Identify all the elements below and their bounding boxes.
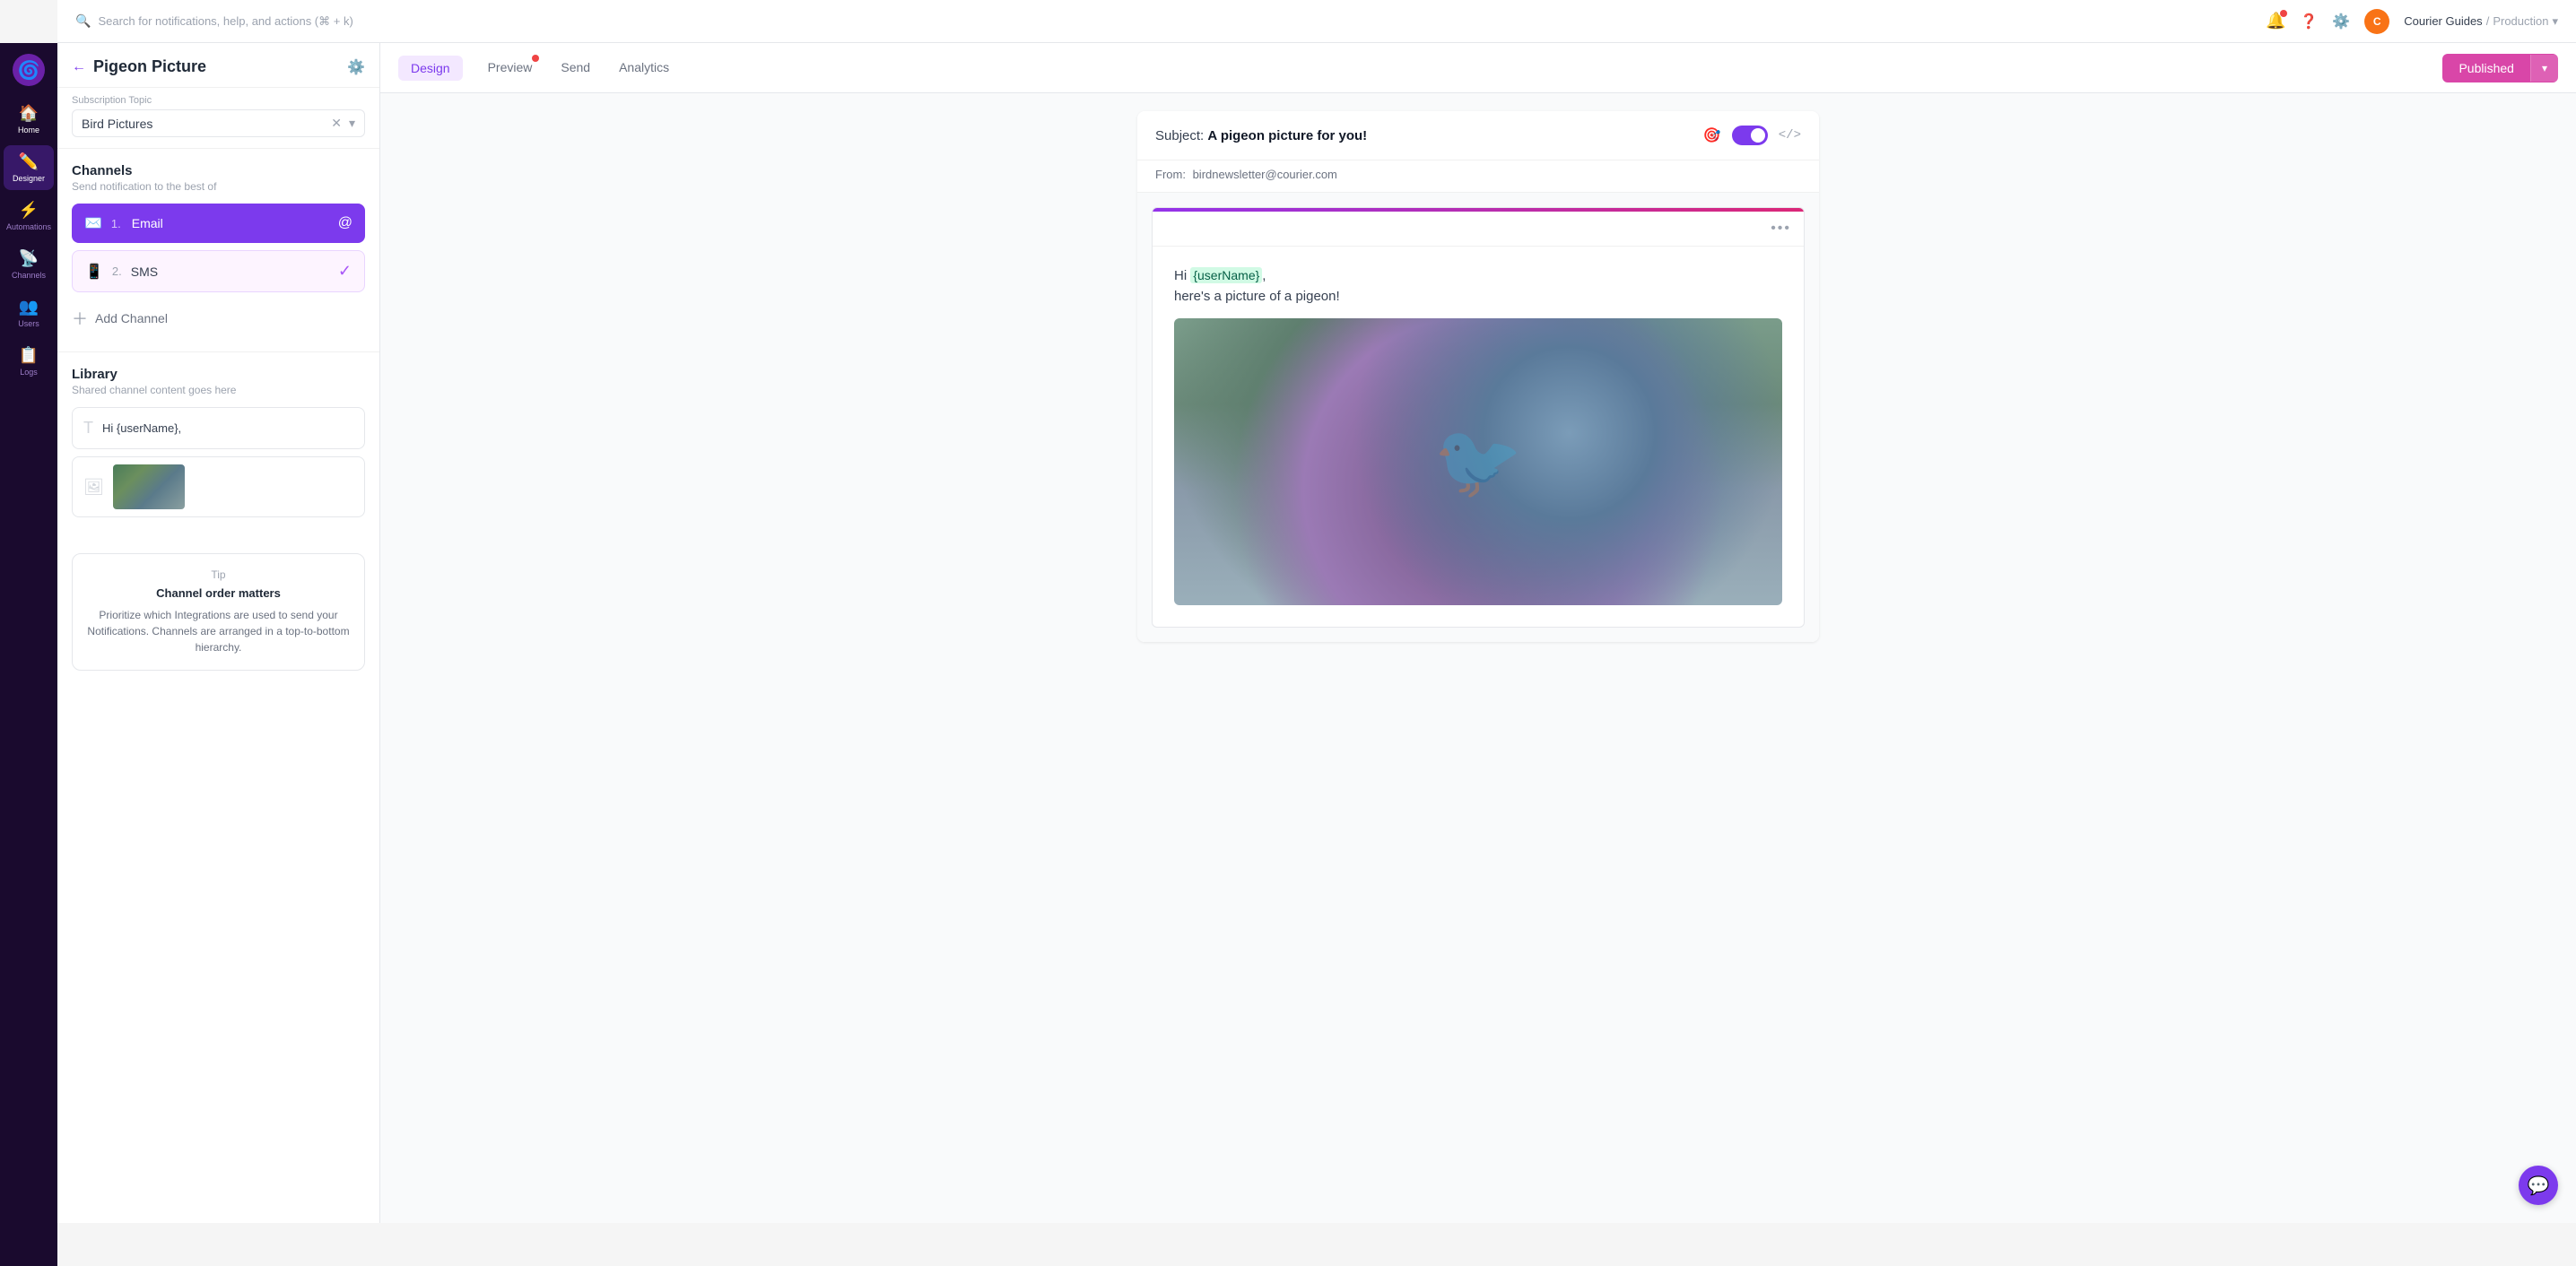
library-section: Library Shared channel content goes here… <box>57 351 379 539</box>
sidebar-item-home[interactable]: 🏠 Home <box>4 97 54 142</box>
library-text-item[interactable]: T Hi {userName}, <box>72 407 365 449</box>
subscription-value-container[interactable]: Bird Pictures ✕ ▾ <box>72 109 365 137</box>
sidebar-item-automations[interactable]: ⚡ Automations <box>4 194 54 238</box>
email-hi-text: Hi {userName}, <box>1174 268 1782 283</box>
published-chevron-icon: ▾ <box>2530 55 2558 82</box>
help-icon[interactable]: ❓ <box>2300 13 2318 30</box>
published-button[interactable]: Published ▾ <box>2442 54 2558 82</box>
text-block-icon: T <box>83 419 93 438</box>
search-placeholder: Search for notifications, help, and acti… <box>98 14 352 29</box>
email-from-row: From: birdnewsletter@courier.com <box>1137 160 1819 193</box>
email-subject-row: Subject: A pigeon picture for you! 🎯 </> <box>1137 111 1819 160</box>
tip-label: Tip <box>87 568 350 581</box>
email-body-line2: here's a picture of a pigeon! <box>1174 289 1782 304</box>
add-plus-icon: ＋ <box>72 307 88 330</box>
chat-bubble-button[interactable]: 💬 <box>2519 1166 2558 1205</box>
email-channel-label: Email <box>132 216 163 230</box>
user-info[interactable]: Courier Guides / Production ▾ <box>2404 14 2558 29</box>
sidebar-nav: 🌀 🏠 Home ✏️ Designer ⚡ Automations 📡 Cha… <box>0 43 57 1266</box>
panel-header: ← Pigeon Picture ⚙️ <box>57 43 379 88</box>
notification-button[interactable]: 🔔 <box>2266 12 2285 30</box>
search-area[interactable]: 🔍 Search for notifications, help, and ac… <box>75 13 353 29</box>
chat-bubble-icon: 💬 <box>2528 1175 2550 1197</box>
sidebar-item-users[interactable]: 👥 Users <box>4 290 54 335</box>
library-title: Library <box>72 367 365 382</box>
sms-channel-label: SMS <box>131 264 158 279</box>
library-image-preview <box>113 464 185 509</box>
tip-box: Tip Channel order matters Prioritize whi… <box>72 553 365 671</box>
channels-title: Channels <box>72 163 365 178</box>
tab-bar: Design Preview Send Analytics Published … <box>380 43 2576 93</box>
designer-icon: ✏️ <box>19 152 39 171</box>
library-text-content: Hi {userName}, <box>102 421 181 435</box>
email-channel-item[interactable]: ✉️ 1. Email @ <box>72 204 365 243</box>
org-name: Courier Guides <box>2404 14 2482 28</box>
add-channel-label: Add Channel <box>95 311 168 325</box>
tab-send[interactable]: Send <box>557 44 594 92</box>
library-image-item[interactable]: 🖼 <box>72 456 365 517</box>
username-variable: {userName} <box>1190 267 1262 283</box>
topbar-right: 🔔 ❓ ⚙️ C Courier Guides / Production ▾ <box>2266 9 2558 34</box>
add-channel-button[interactable]: ＋ Add Channel <box>72 299 365 337</box>
global-topbar: 🔍 Search for notifications, help, and ac… <box>57 0 2576 43</box>
automations-icon: ⚡ <box>19 201 39 220</box>
email-subject: Subject: A pigeon picture for you! <box>1155 128 1367 143</box>
email-channel-at-icon: @ <box>338 215 352 231</box>
env-name: Production <box>2493 14 2548 28</box>
library-subtitle: Shared channel content goes here <box>72 384 365 396</box>
email-from-address: birdnewsletter@courier.com <box>1193 168 1337 181</box>
email-content-area: Hi {userName}, here's a picture of a pig… <box>1153 247 1804 627</box>
email-controls: 🎯 </> <box>1703 126 1801 145</box>
main-content: Design Preview Send Analytics Published … <box>380 43 2576 1223</box>
notification-title: Pigeon Picture <box>93 57 206 76</box>
sms-channel-icon: 📱 <box>85 263 103 281</box>
image-block-icon: 🖼 <box>83 478 104 497</box>
sidebar-item-designer[interactable]: ✏️ Designer <box>4 145 54 190</box>
users-icon: 👥 <box>19 298 39 316</box>
dots-menu-icon[interactable]: ••• <box>1771 221 1791 237</box>
toggle-switch[interactable] <box>1732 126 1768 145</box>
tip-text: Prioritize which Integrations are used t… <box>87 607 350 655</box>
preview-badge <box>532 55 539 62</box>
email-body-wrapper: ••• Hi {userName}, here's a picture of a… <box>1137 193 1819 642</box>
channels-icon: 📡 <box>19 249 39 268</box>
channels-section: Channels Send notification to the best o… <box>57 149 379 351</box>
published-label: Published <box>2442 54 2530 82</box>
personalize-icon[interactable]: 🎯 <box>1703 126 1721 144</box>
tab-design[interactable]: Design <box>398 56 463 81</box>
search-icon: 🔍 <box>75 13 91 29</box>
settings-icon[interactable]: ⚙️ <box>2332 13 2350 30</box>
sms-channel-item[interactable]: 📱 2. SMS ✓ <box>72 250 365 292</box>
sidebar-item-logs[interactable]: 📋 Logs <box>4 339 54 384</box>
notification-settings-icon[interactable]: ⚙️ <box>347 58 365 76</box>
email-channel-icon: ✉️ <box>84 214 102 232</box>
pigeon-image <box>1174 318 1782 605</box>
channels-subtitle: Send notification to the best of <box>72 180 365 193</box>
sidebar-item-channels[interactable]: 📡 Channels <box>4 242 54 287</box>
sms-check-icon: ✓ <box>338 262 352 281</box>
email-body-topbar: ••• <box>1153 212 1804 247</box>
nav-logo[interactable]: 🌀 <box>13 54 45 86</box>
subscription-label: Subscription Topic <box>72 95 365 106</box>
subscription-text: Bird Pictures <box>82 117 152 131</box>
email-card: Subject: A pigeon picture for you! 🎯 </>… <box>1137 111 1819 642</box>
logs-icon: 📋 <box>19 346 39 365</box>
tip-title: Channel order matters <box>87 586 350 600</box>
home-icon: 🏠 <box>19 104 39 123</box>
subscription-clear-icon[interactable]: ✕ <box>331 116 342 131</box>
email-body-inner: ••• Hi {userName}, here's a picture of a… <box>1152 207 1805 628</box>
tab-preview[interactable]: Preview <box>484 44 536 92</box>
user-avatar: C <box>2364 9 2389 34</box>
email-preview-area: Subject: A pigeon picture for you! 🎯 </>… <box>380 93 2576 1223</box>
subscription-chevron-icon[interactable]: ▾ <box>349 116 355 131</box>
code-toggle-icon[interactable]: </> <box>1779 128 1801 143</box>
subscription-section: Subscription Topic Bird Pictures ✕ ▾ <box>57 88 379 149</box>
back-button[interactable]: ← <box>72 59 86 75</box>
tab-analytics[interactable]: Analytics <box>615 44 673 92</box>
left-panel: ← Pigeon Picture ⚙️ Subscription Topic B… <box>57 43 380 1223</box>
